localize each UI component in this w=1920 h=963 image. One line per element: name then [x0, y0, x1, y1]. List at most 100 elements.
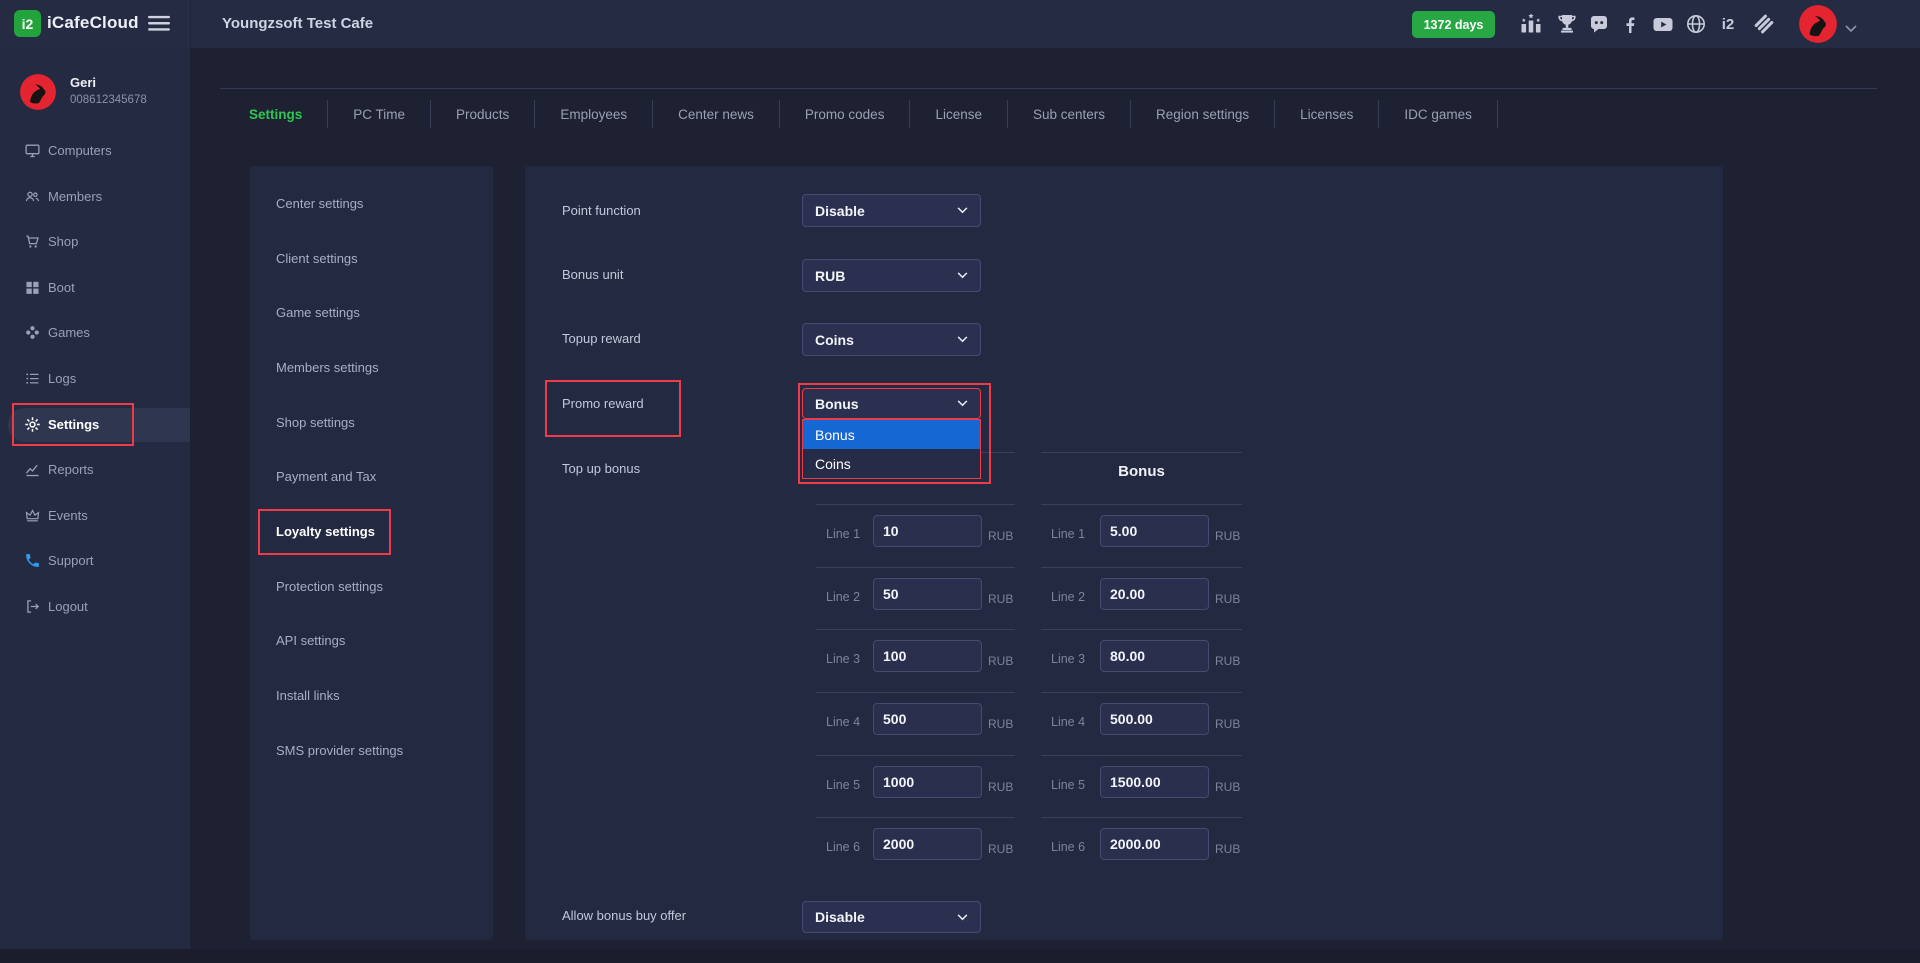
topup-line-5-input[interactable]	[873, 766, 982, 798]
table-row: Line 5 RUB	[816, 755, 1015, 819]
bonus-line-2-input[interactable]	[1100, 578, 1209, 610]
bonus-column-header: Bonus	[1041, 463, 1242, 480]
bonus-line-6-input[interactable]	[1100, 828, 1209, 860]
table-row: Line 3 RUB	[1041, 629, 1242, 693]
submenu-api-settings[interactable]: API settings	[276, 625, 345, 657]
promo-reward-label: Promo reward	[562, 396, 644, 411]
submenu-protection-settings[interactable]: Protection settings	[276, 571, 383, 603]
sidebar-item-logs[interactable]: Logs	[0, 362, 190, 396]
topup-reward-label: Topup reward	[562, 331, 641, 346]
submenu-payment-and-tax[interactable]: Payment and Tax	[276, 461, 376, 493]
brand-mark-text: i2	[22, 16, 34, 32]
bonus-line-5-input[interactable]	[1100, 766, 1209, 798]
bonus-unit-select[interactable]: RUB	[802, 259, 981, 292]
user-avatar[interactable]	[20, 74, 56, 110]
promo-option-coins[interactable]: Coins	[803, 449, 980, 478]
tab-employees[interactable]: Employees	[535, 100, 653, 128]
list-icon	[24, 370, 41, 387]
allow-bonus-buy-offer-select[interactable]: Disable	[802, 901, 981, 933]
tab-settings[interactable]: Settings	[237, 100, 328, 128]
table-row: Line 1 RUB	[1041, 504, 1242, 568]
chevron-down-icon	[957, 207, 968, 214]
chevron-down-icon	[957, 400, 968, 407]
topup-line-1-input[interactable]	[873, 515, 982, 547]
loyalty-settings-panel: Point function Disable Bonus unit RUB To…	[525, 166, 1723, 940]
discord-icon[interactable]	[1587, 12, 1611, 36]
currency-label: RUB	[1215, 529, 1240, 543]
layers-icon[interactable]	[1752, 12, 1776, 36]
line-label: Line 5	[826, 778, 860, 792]
sidebar: Geri 008612345678 Computers Members Shop…	[0, 48, 190, 963]
top-up-bonus-label: Top up bonus	[562, 461, 640, 476]
chevron-down-icon	[957, 336, 968, 343]
topup-line-6-input[interactable]	[873, 828, 982, 860]
bonus-line-3-input[interactable]	[1100, 640, 1209, 672]
sidebar-item-shop[interactable]: Shop	[0, 225, 190, 259]
sidebar-item-label: Boot	[48, 280, 75, 295]
sidebar-item-label: Support	[48, 553, 94, 568]
currency-label: RUB	[1215, 592, 1240, 606]
submenu-sms-provider-settings[interactable]: SMS provider settings	[276, 735, 403, 767]
submenu-shop-settings[interactable]: Shop settings	[276, 407, 355, 439]
submenu-game-settings[interactable]: Game settings	[276, 297, 360, 329]
tab-licenses[interactable]: Licenses	[1275, 100, 1379, 128]
sidebar-item-reports[interactable]: Reports	[0, 453, 190, 487]
chart-icon	[24, 461, 41, 478]
sidebar-item-label: Shop	[48, 234, 78, 249]
sidebar-item-events[interactable]: Events	[0, 499, 190, 533]
table-row: Line 2 RUB	[1041, 567, 1242, 631]
submenu-loyalty-settings[interactable]: Loyalty settings	[276, 516, 375, 548]
sidebar-item-settings[interactable]: Settings	[0, 408, 190, 442]
line-label: Line 2	[1051, 590, 1085, 604]
tab-products[interactable]: Products	[431, 100, 535, 128]
allow-bonus-buy-offer-label: Allow bonus buy offer	[562, 908, 686, 923]
submenu-client-settings[interactable]: Client settings	[276, 243, 358, 275]
point-function-select[interactable]: Disable	[802, 194, 981, 227]
facebook-icon[interactable]	[1618, 12, 1642, 36]
submenu-install-links[interactable]: Install links	[276, 680, 340, 712]
promo-option-bonus[interactable]: Bonus	[803, 420, 980, 449]
currency-label: RUB	[988, 717, 1013, 731]
globe-icon[interactable]	[1684, 12, 1708, 36]
topup-reward-select[interactable]: Coins	[802, 323, 981, 356]
trophy-icon[interactable]	[1555, 12, 1579, 36]
table-row: Line 6 RUB	[1041, 817, 1242, 881]
chevron-down-icon[interactable]	[1845, 20, 1857, 28]
promo-reward-select[interactable]: Bonus	[802, 388, 981, 419]
sidebar-item-logout[interactable]: Logout	[0, 590, 190, 624]
tab-promo-codes[interactable]: Promo codes	[780, 100, 911, 128]
sidebar-item-boot[interactable]: Boot	[0, 271, 190, 305]
tab-sub-centers[interactable]: Sub centers	[1008, 100, 1131, 128]
sidebar-item-computers[interactable]: Computers	[0, 134, 190, 168]
tab-pc-time[interactable]: PC Time	[328, 100, 431, 128]
line-label: Line 1	[1051, 527, 1085, 541]
bonus-line-1-input[interactable]	[1100, 515, 1209, 547]
youtube-icon[interactable]	[1651, 12, 1675, 36]
submenu-center-settings[interactable]: Center settings	[276, 188, 363, 220]
tab-idc-games[interactable]: IDC games	[1379, 100, 1498, 128]
currency-label: RUB	[1215, 842, 1240, 856]
tab-license[interactable]: License	[910, 100, 1008, 128]
sidebar-item-games[interactable]: Games	[0, 316, 190, 350]
settings-submenu-panel: Center settings Client settings Game set…	[250, 166, 493, 940]
sidebar-item-support[interactable]: Support	[0, 544, 190, 578]
sidebar-item-label: Logout	[48, 599, 88, 614]
tab-center-news[interactable]: Center news	[653, 100, 780, 128]
topup-line-3-input[interactable]	[873, 640, 982, 672]
submenu-members-settings[interactable]: Members settings	[276, 352, 379, 384]
topup-line-2-input[interactable]	[873, 578, 982, 610]
logout-icon	[24, 598, 41, 615]
sidebar-item-members[interactable]: Members	[0, 180, 190, 214]
brand-name: iCafeCloud	[47, 13, 139, 33]
bonus-line-4-input[interactable]	[1100, 703, 1209, 735]
days-remaining-badge[interactable]: 1372 days	[1412, 11, 1495, 38]
topup-line-4-input[interactable]	[873, 703, 982, 735]
ranking-icon[interactable]	[1519, 12, 1543, 36]
sidebar-item-label: Members	[48, 189, 102, 204]
icafecloud-icon[interactable]: i2	[1716, 12, 1740, 36]
hamburger-icon[interactable]	[148, 15, 170, 33]
tab-region-settings[interactable]: Region settings	[1131, 100, 1275, 128]
avatar[interactable]	[1799, 5, 1837, 43]
line-label: Line 6	[826, 840, 860, 854]
sidebar-item-label: Reports	[48, 462, 94, 477]
